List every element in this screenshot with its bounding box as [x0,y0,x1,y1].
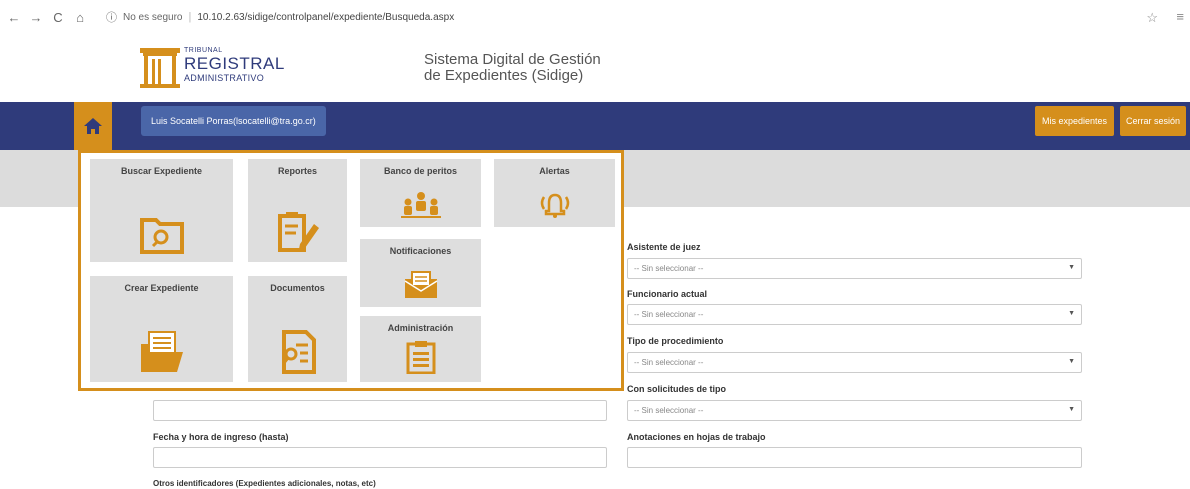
home-button[interactable] [74,102,112,150]
insecure-label[interactable]: No es seguro [123,12,182,23]
otros-label: Otros identificadores (Expedientes adici… [153,479,376,488]
asistente-value: -- Sin seleccionar -- [634,264,704,273]
fecha-hasta-input[interactable] [153,447,607,468]
url-separator: | [188,11,192,23]
chevron-down-icon: ▼ [1068,264,1075,271]
user-button[interactable]: Luis Socatelli Porras(lsocatelli@tra.go.… [141,106,326,136]
tile-label: Reportes [277,166,317,176]
bookmark-star-icon[interactable]: ☆ [1146,10,1158,26]
tile-crear-expediente[interactable]: Crear Expediente [90,276,233,382]
browser-menu-icon[interactable]: ≡ [1176,9,1184,24]
tipo-select[interactable]: -- Sin seleccionar -- ▼ [627,352,1082,373]
hidden-left-input[interactable] [153,400,607,421]
document-search-icon [281,330,316,374]
main-navbar: Luis Socatelli Porras(lsocatelli@tra.go.… [0,102,1190,150]
people-group-icon [400,192,441,218]
home-browser-icon[interactable]: ⌂ [72,10,88,25]
info-icon[interactable]: ⓘ [106,9,117,25]
anotaciones-input[interactable] [627,447,1082,468]
funcionario-label: Funcionario actual [627,289,708,299]
home-icon [84,118,102,134]
tile-reportes[interactable]: Reportes [248,159,347,262]
system-title-line2: de Expedientes (Sidige) [424,66,584,84]
funcionario-value: -- Sin seleccionar -- [634,310,704,319]
browser-bar: ← → C ⌂ ⓘ No es seguro | 10.10.2.63/sidi… [0,0,1190,34]
tile-banco-peritos[interactable]: Banco de peritos [360,159,481,227]
tile-buscar-expediente[interactable]: Buscar Expediente [90,159,233,262]
fecha-hasta-label: Fecha y hora de ingreso (hasta) [153,432,289,442]
solicitudes-label: Con solicitudes de tipo [627,384,727,394]
envelope-icon [404,271,437,298]
logo-sub-text: ADMINISTRATIVO [184,73,265,83]
chevron-down-icon: ▼ [1068,310,1075,317]
tile-label: Crear Expediente [124,283,199,293]
solicitudes-select[interactable]: -- Sin seleccionar -- ▼ [627,400,1082,421]
report-edit-icon [277,212,319,252]
tile-alertas[interactable]: Alertas [494,159,615,227]
clipboard-icon [406,341,435,374]
page: ← → C ⌂ ⓘ No es seguro | 10.10.2.63/sidi… [0,0,1190,489]
tile-administracion[interactable]: Administración [360,316,481,382]
folder-search-icon [139,218,184,254]
anotaciones-label: Anotaciones en hojas de trabajo [627,432,766,442]
open-folder-icon [140,331,183,372]
tipo-label: Tipo de procedimiento [627,336,724,346]
chevron-down-icon: ▼ [1068,406,1075,413]
tipo-value: -- Sin seleccionar -- [634,358,704,367]
tile-label: Buscar Expediente [120,166,203,176]
tile-label: Notificaciones [389,246,452,256]
mega-menu: Buscar Expediente Reportes Banco de peri… [78,150,624,391]
tile-label: Administración [387,323,454,333]
logo-big-text: REGISTRAL [184,54,285,73]
tile-label: Documentos [270,283,325,293]
forward-icon[interactable]: → [28,10,44,25]
back-icon[interactable]: ← [6,10,22,25]
url-text[interactable]: 10.10.2.63/sidige/controlpanel/expedient… [197,12,454,23]
site-header: TRIBUNAL REGISTRAL ADMINISTRATIVO Sistem… [0,34,1190,102]
funcionario-select[interactable]: -- Sin seleccionar -- ▼ [627,304,1082,325]
logo-mark-icon [140,48,180,88]
system-title-line1: Sistema Digital de Gestión [424,51,601,68]
system-title: Sistema Digital de Gestión de Expediente… [424,52,601,84]
tile-label: Banco de peritos [383,166,457,176]
reload-icon[interactable]: C [50,10,66,25]
cerrar-sesion-button[interactable]: Cerrar sesión [1120,106,1186,136]
chevron-down-icon: ▼ [1068,358,1075,365]
tile-notificaciones[interactable]: Notificaciones [360,239,481,307]
logo-small-text: TRIBUNAL [184,47,223,54]
tile-label: Alertas [539,166,570,176]
asistente-select[interactable]: -- Sin seleccionar -- ▼ [627,258,1082,279]
mis-expedientes-button[interactable]: Mis expedientes [1035,106,1114,136]
solicitudes-value: -- Sin seleccionar -- [634,406,704,415]
logo-text: TRIBUNAL REGISTRAL ADMINISTRATIVO [184,47,285,83]
asistente-label: Asistente de juez [627,242,701,252]
bell-ring-icon [540,193,569,218]
tile-documentos[interactable]: Documentos [248,276,347,382]
